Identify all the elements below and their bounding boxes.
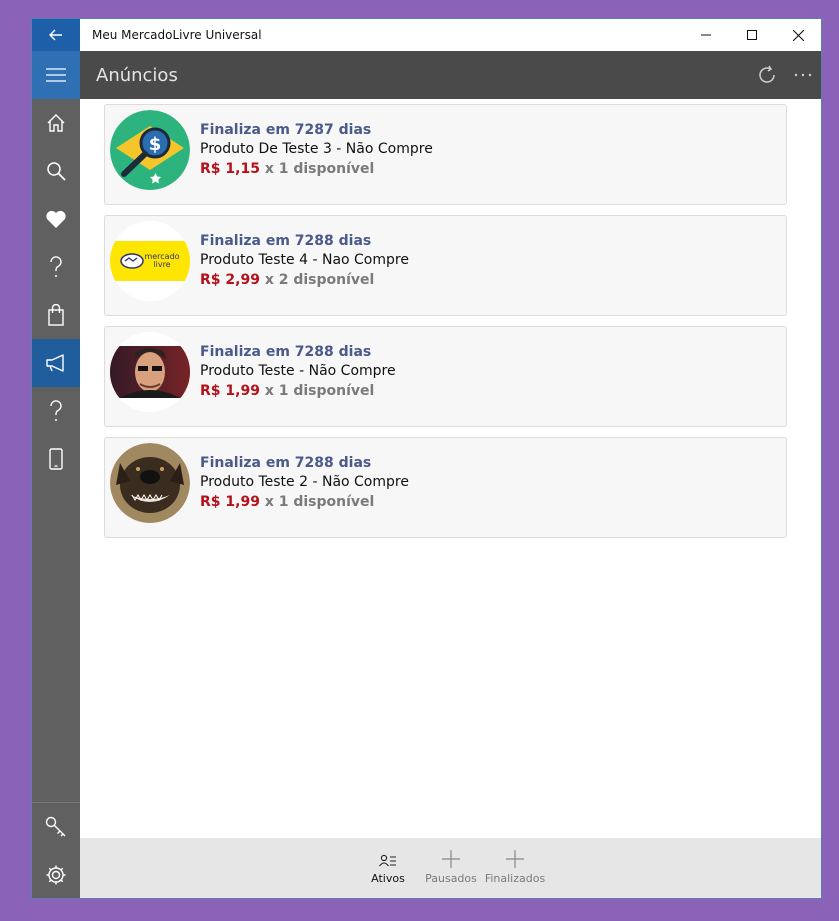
tab-ativos-label: Ativos	[371, 872, 405, 885]
refresh-button[interactable]	[749, 51, 785, 99]
help-icon	[50, 256, 62, 277]
heart-icon	[46, 210, 66, 228]
listing-info: Finaliza em 7288 dias Produto Teste - Nã…	[200, 344, 396, 399]
listing-info: Finaliza em 7288 dias Produto Teste 4 - …	[200, 233, 409, 288]
listing-title: Produto De Teste 3 - Não Compre	[200, 141, 433, 157]
nav-search[interactable]	[32, 147, 80, 195]
refresh-icon	[759, 65, 775, 83]
add-icon	[480, 838, 550, 868]
nav-account[interactable]	[32, 803, 80, 851]
listing-card[interactable]: mercado livre Finaliza em 7288 dias Prod…	[104, 215, 787, 316]
listing-quantity: x 1 disponível	[264, 383, 375, 399]
home-icon	[47, 114, 65, 132]
listing-title: Produto Teste - Não Compre	[200, 363, 396, 379]
listing-price: R$ 1,99	[200, 494, 260, 510]
listing-card[interactable]: Finaliza em 7288 dias Produto Teste - Nã…	[104, 326, 787, 427]
listing-card[interactable]: Finaliza em 7288 dias Produto Teste 2 - …	[104, 437, 787, 538]
nav-sidebar	[32, 51, 80, 898]
nav-settings[interactable]	[32, 851, 80, 898]
nav-purchases[interactable]	[32, 291, 80, 339]
listing-price-line: R$ 2,99 x 2 disponível	[200, 272, 409, 288]
nav-home[interactable]	[32, 99, 80, 147]
listings-list: $ Finaliza em 7287 dias Produto De Teste…	[80, 99, 821, 838]
minimize-icon	[701, 34, 711, 36]
keys-icon	[45, 816, 66, 837]
tab-ativos[interactable]: Ativos	[353, 838, 423, 898]
tab-finalizados[interactable]: Finalizados	[480, 838, 550, 898]
listing-thumbnail	[110, 332, 190, 412]
listing-quantity: x 1 disponível	[264, 494, 375, 510]
svg-text:livre: livre	[153, 260, 170, 269]
hamburger-icon	[46, 68, 66, 82]
man-portrait-image	[110, 332, 190, 412]
listing-ends: Finaliza em 7288 dias	[200, 455, 372, 471]
minimize-button[interactable]	[683, 19, 729, 51]
more-icon	[794, 73, 812, 77]
listing-thumbnail	[110, 443, 190, 523]
search-icon	[47, 162, 66, 181]
listing-ends: Finaliza em 7288 dias	[200, 344, 372, 360]
title-bar: Meu MercadoLivre Universal	[32, 19, 821, 51]
window-title: Meu MercadoLivre Universal	[92, 28, 262, 42]
nav-listings[interactable]	[32, 339, 80, 387]
listing-title: Produto Teste 2 - Não Compre	[200, 474, 409, 490]
dollar-magnifier-image: $	[110, 110, 190, 190]
megaphone-icon	[46, 354, 64, 372]
svg-text:$: $	[149, 134, 162, 155]
contacts-icon	[353, 838, 423, 868]
listing-info: Finaliza em 7287 dias Produto De Teste 3…	[200, 122, 433, 177]
nav-help-2[interactable]	[32, 387, 80, 435]
tab-pausados-label: Pausados	[425, 872, 477, 885]
shopping-bag-icon	[48, 304, 64, 326]
listing-ends: Finaliza em 7288 dias	[200, 233, 372, 249]
listing-ends: Finaliza em 7287 dias	[200, 122, 372, 138]
phone-icon	[49, 448, 63, 470]
nav-help-1[interactable]	[32, 243, 80, 291]
page-title: Anúncios	[96, 65, 178, 86]
help-icon	[50, 400, 62, 421]
nav-device[interactable]	[32, 435, 80, 483]
gear-icon	[46, 865, 66, 885]
add-icon	[416, 838, 486, 868]
back-button[interactable]	[32, 19, 80, 51]
command-bar: Ativos Pausados Finalizados	[80, 838, 821, 898]
listing-card[interactable]: $ Finaliza em 7287 dias Produto De Teste…	[104, 104, 787, 205]
listing-thumbnail: mercado livre	[110, 221, 190, 301]
listing-quantity: x 1 disponível	[264, 161, 375, 177]
listing-price-line: R$ 1,99 x 1 disponível	[200, 494, 409, 510]
more-button[interactable]	[785, 51, 821, 99]
maximize-icon	[747, 30, 757, 40]
listing-price: R$ 2,99	[200, 272, 260, 288]
back-arrow-icon	[49, 29, 62, 41]
listing-price-line: R$ 1,99 x 1 disponível	[200, 383, 396, 399]
listing-title: Produto Teste 4 - Nao Compre	[200, 252, 409, 268]
listing-quantity: x 2 disponível	[264, 272, 375, 288]
nav-favorites[interactable]	[32, 195, 80, 243]
tab-finalizados-label: Finalizados	[484, 872, 546, 885]
window-controls	[683, 19, 821, 51]
close-icon	[792, 29, 804, 41]
listing-info: Finaliza em 7288 dias Produto Teste 2 - …	[200, 455, 409, 510]
hamburger-button[interactable]	[32, 51, 80, 99]
maximize-button[interactable]	[729, 19, 775, 51]
mercadolivre-logo-image: mercado livre	[110, 221, 190, 301]
page-header: Anúncios	[80, 51, 821, 99]
app-window: Meu MercadoLivre Universal Anúncios $ Fi…	[31, 18, 822, 899]
close-button[interactable]	[775, 19, 821, 51]
header-actions	[749, 51, 821, 99]
listing-price: R$ 1,99	[200, 383, 260, 399]
listing-price: R$ 1,15	[200, 161, 260, 177]
dog-photo-image	[110, 443, 190, 523]
listing-price-line: R$ 1,15 x 1 disponível	[200, 161, 433, 177]
tab-pausados[interactable]: Pausados	[416, 838, 486, 898]
listing-thumbnail: $	[110, 110, 190, 190]
